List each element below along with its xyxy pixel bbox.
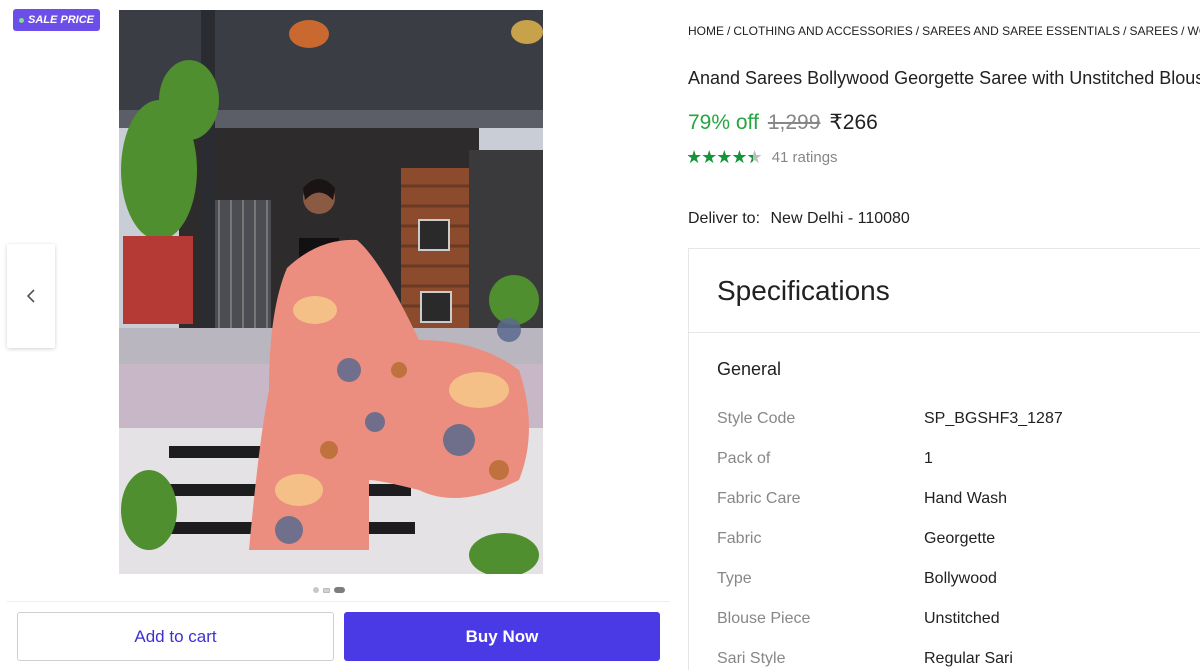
add-to-cart-button[interactable]: Add to cart bbox=[17, 612, 334, 661]
spec-row: Type Bollywood bbox=[717, 559, 1063, 599]
rating-summary[interactable]: ★★★★★★ 41 ratings bbox=[688, 147, 838, 168]
original-price: 1,299 bbox=[767, 111, 821, 134]
sale-price-label: SALE PRICE bbox=[28, 14, 95, 26]
breadcrumb-sarees[interactable]: SAREES bbox=[1129, 24, 1178, 38]
product-image[interactable] bbox=[119, 10, 543, 574]
spec-row: Sari Style Regular Sari bbox=[717, 639, 1063, 670]
discount-percent: 79% off bbox=[688, 111, 759, 134]
buy-now-button[interactable]: Buy Now bbox=[344, 612, 660, 661]
spec-key: Sari Style bbox=[717, 650, 786, 667]
spec-value: Georgette bbox=[924, 530, 996, 547]
spec-key: Pack of bbox=[717, 450, 771, 467]
chevron-left-icon bbox=[26, 289, 35, 303]
purchase-actions: Add to cart Buy Now bbox=[7, 601, 670, 670]
spec-key: Blouse Piece bbox=[717, 610, 811, 627]
spec-row: Fabric Georgette bbox=[717, 519, 1063, 559]
breadcrumb-women[interactable]: WOMEN bbox=[1188, 24, 1200, 38]
spec-row: Style Code SP_BGSHF3_1287 bbox=[717, 399, 1063, 439]
product-gallery: SALE PRICE Add to cart Buy Now bbox=[0, 0, 672, 670]
selling-price: ₹266 bbox=[829, 111, 878, 134]
product-title: Anand Sarees Bollywood Georgette Saree w… bbox=[688, 68, 1200, 88]
breadcrumb-sarees-essentials[interactable]: SAREES AND SAREE ESSENTIALS bbox=[922, 24, 1120, 38]
specifications-title: Specifications bbox=[689, 249, 1200, 333]
spec-row: Pack of 1 bbox=[717, 439, 1063, 479]
spec-value: 1 bbox=[924, 450, 933, 467]
breadcrumb-clothing[interactable]: CLOTHING AND ACCESSORIES bbox=[733, 24, 912, 38]
pagination-dot[interactable] bbox=[313, 587, 319, 593]
breadcrumb: HOME / CLOTHING AND ACCESSORIES / SAREES AND… bbox=[688, 24, 1200, 38]
spec-value: Unstitched bbox=[924, 610, 1000, 627]
spec-key: Fabric Care bbox=[717, 490, 801, 507]
spec-table: Style Code SP_BGSHF3_1287 Pack of 1 Fabric… bbox=[717, 399, 1063, 670]
spec-value: Hand Wash bbox=[924, 490, 1007, 507]
sale-price-badge: SALE PRICE bbox=[13, 9, 101, 31]
spec-key: Fabric bbox=[717, 530, 762, 547]
saree-photo-illustration bbox=[119, 10, 543, 574]
specifications-panel: Specifications General Style Code SP_BGSH… bbox=[688, 248, 1200, 670]
delivery-location-value[interactable]: New Delhi - 110080 bbox=[770, 210, 909, 227]
ratings-count[interactable]: 41 ratings bbox=[772, 149, 838, 166]
previous-image-button[interactable] bbox=[7, 244, 55, 348]
spec-value: Bollywood bbox=[924, 570, 997, 587]
pagination-video-dot[interactable] bbox=[323, 587, 330, 593]
image-pagination-dots bbox=[313, 587, 345, 593]
spec-row: Fabric Care Hand Wash bbox=[717, 479, 1063, 519]
spec-value: SP_BGSHF3_1287 bbox=[924, 410, 1063, 427]
breadcrumb-home[interactable]: HOME bbox=[688, 24, 724, 38]
price-row: 79% off 1,299 ₹266 bbox=[688, 110, 878, 135]
star-rating-icon: ★★★★★★ bbox=[688, 147, 763, 167]
deliver-to-label: Deliver to: bbox=[688, 210, 761, 227]
pagination-dot-active[interactable] bbox=[334, 587, 345, 593]
spec-group-general: General bbox=[717, 359, 782, 379]
badge-dot-icon bbox=[19, 17, 24, 23]
spec-key: Style Code bbox=[717, 410, 796, 427]
spec-key: Type bbox=[717, 570, 752, 587]
spec-value: Regular Sari bbox=[924, 650, 1013, 667]
product-details: HOME / CLOTHING AND ACCESSORIES / SAREES AND… bbox=[688, 0, 1200, 670]
delivery-location[interactable]: Deliver to: New Delhi - 110080 bbox=[688, 210, 910, 228]
spec-row: Blouse Piece Unstitched bbox=[717, 599, 1063, 639]
